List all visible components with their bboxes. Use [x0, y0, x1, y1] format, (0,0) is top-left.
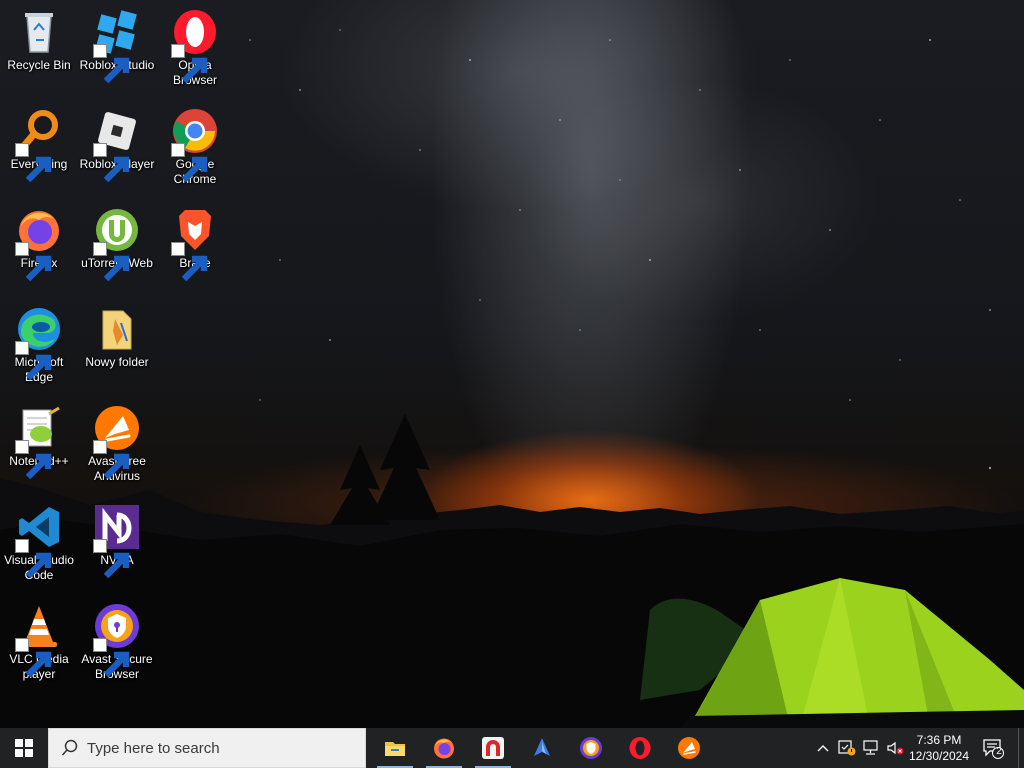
shortcut-arrow-icon [171, 242, 208, 282]
action-center-button[interactable]: 2 [976, 728, 1010, 768]
shortcut-arrow-icon [93, 539, 130, 579]
clock-date: 12/30/2024 [908, 749, 970, 763]
nvda-icon [93, 503, 141, 579]
avast-secure-browser-icon [93, 602, 141, 678]
shortcut-arrow-icon [15, 143, 52, 183]
shortcut-arrow-icon [15, 341, 52, 381]
vlc-icon [15, 602, 63, 678]
shortcut-arrow-icon [93, 143, 130, 183]
icon-label: Nowy folder [85, 355, 149, 369]
desktop-icon-brave[interactable]: Brave [156, 200, 234, 282]
taskbar-firefox[interactable] [420, 728, 468, 768]
search-placeholder: Type here to search [87, 739, 220, 757]
desktop-icon-everything[interactable]: Everything [0, 101, 78, 183]
roblox-player-icon [93, 107, 141, 183]
desktop-icon-firefox[interactable]: Firefox [0, 200, 78, 282]
shortcut-arrow-icon [15, 539, 52, 579]
taskbar-opera[interactable] [616, 728, 664, 768]
recycle-bin-icon [15, 8, 63, 56]
roblox-studio-icon [93, 8, 141, 84]
shortcut-arrow-icon [171, 143, 208, 183]
windows-security-warning-icon [838, 740, 856, 756]
notepadpp-icon [15, 404, 63, 480]
taskbar-blue-app[interactable] [518, 728, 566, 768]
notification-count: 2 [996, 746, 1002, 757]
shortcut-arrow-icon [15, 440, 52, 480]
firefox-icon [434, 738, 454, 759]
opera-icon [629, 737, 651, 759]
desktop-icon-notepadpp[interactable]: Notepad++ [0, 398, 78, 480]
show-desktop-button[interactable] [1018, 728, 1024, 768]
desktop-icon-google-chrome[interactable]: Google Chrome [156, 101, 234, 187]
shortcut-arrow-icon [93, 638, 130, 678]
avast-icon [678, 737, 700, 759]
folder-icon [93, 305, 141, 353]
icon-label: Recycle Bin [7, 58, 71, 72]
clock[interactable]: 7:36 PM 12/30/2024 [906, 728, 972, 768]
brave-icon [171, 206, 219, 282]
avast-icon [93, 404, 141, 480]
firefox-icon [15, 206, 63, 282]
desktop-icon-avast-free-antivirus[interactable]: Avast Free Antivirus [78, 398, 156, 484]
everything-search-icon [15, 107, 63, 183]
chevron-up-icon [817, 745, 829, 752]
taskbar: Type here to search 7:36 PM 12/30/2024 2 [0, 728, 1024, 768]
edge-icon [15, 305, 63, 381]
clock-time: 7:36 PM [916, 733, 962, 747]
desktop-icon-recycle-bin[interactable]: Recycle Bin [0, 2, 78, 73]
red-arch-app-icon [482, 737, 504, 759]
tray-volume-button[interactable] [884, 728, 906, 768]
taskbar-avast[interactable] [665, 728, 713, 768]
taskbar-file-explorer[interactable] [371, 728, 419, 768]
desktop-icon-vlc[interactable]: VLC media player [0, 596, 78, 682]
avast-secure-browser-icon [580, 737, 602, 759]
utorrent-icon [93, 206, 141, 282]
shortcut-arrow-icon [93, 242, 130, 282]
desktop-icon-nvda[interactable]: NVDA [78, 497, 156, 579]
desktop-wallpaper: Recycle Bin Everything Firefox Microsoft… [0, 0, 1024, 728]
vscode-icon [15, 503, 63, 579]
tray-security-icon-button[interactable] [836, 728, 858, 768]
search-icon [61, 739, 78, 756]
shortcut-arrow-icon [93, 440, 130, 480]
chrome-icon [171, 107, 219, 183]
desktop-icon-utorrent[interactable]: uTorrent Web [78, 200, 156, 282]
blue-app-icon [534, 738, 550, 756]
desktop-icon-roblox-player[interactable]: Roblox Player [78, 101, 156, 183]
desktop-icon-vscode[interactable]: Visual Studio Code [0, 497, 78, 583]
desktop-icon-roblox-studio[interactable]: Roblox Studio [78, 2, 156, 84]
network-icon [863, 740, 878, 755]
volume-muted-icon [887, 741, 904, 755]
search-box[interactable]: Type here to search [48, 728, 366, 768]
shortcut-arrow-icon [93, 44, 130, 84]
tray-network-button[interactable] [860, 728, 882, 768]
desktop-icon-opera[interactable]: Opera Browser [156, 2, 234, 88]
desktop-icon-microsoft-edge[interactable]: Microsoft Edge [0, 299, 78, 385]
show-hidden-icons-button[interactable] [812, 728, 834, 768]
desktop-icon-nowy-folder[interactable]: Nowy folder [78, 299, 156, 370]
opera-icon [171, 8, 219, 84]
taskbar-red-arch-app[interactable] [469, 728, 517, 768]
desktop-icon-avast-secure-browser[interactable]: Avast Secure Browser [78, 596, 156, 682]
shortcut-arrow-icon [171, 44, 208, 84]
file-explorer-icon [385, 742, 405, 756]
windows-logo-icon [15, 739, 33, 757]
taskbar-avast-secure-browser[interactable] [567, 728, 615, 768]
start-button[interactable] [0, 728, 48, 768]
shortcut-arrow-icon [15, 242, 52, 282]
shortcut-arrow-icon [15, 638, 52, 678]
